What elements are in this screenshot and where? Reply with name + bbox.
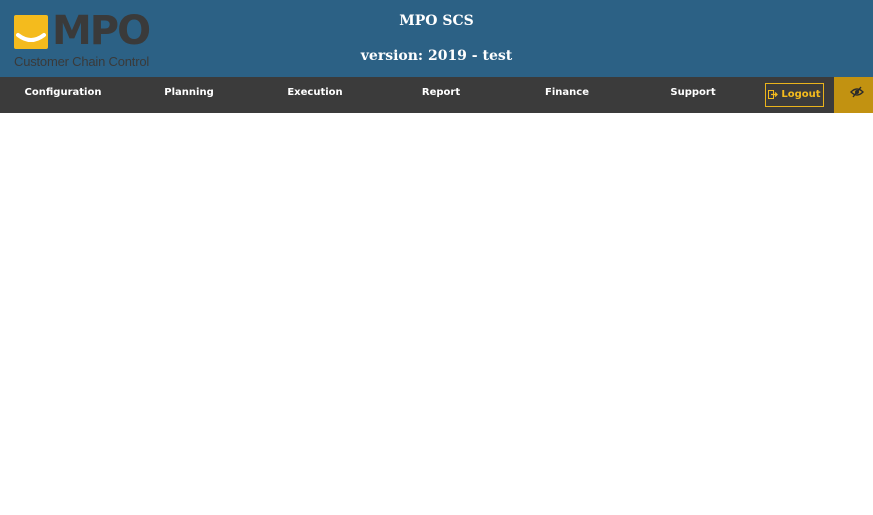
eye-slash-icon bbox=[850, 86, 864, 98]
nav-item-execution[interactable]: Execution bbox=[287, 77, 342, 113]
nav-item-report[interactable]: Report bbox=[422, 77, 460, 113]
logout-label: Logout bbox=[781, 89, 821, 100]
nav-item-planning[interactable]: Planning bbox=[164, 77, 213, 113]
logout-button[interactable]: Logout bbox=[765, 83, 824, 107]
main-content bbox=[0, 113, 873, 515]
app-version: version: 2019 - test bbox=[360, 48, 513, 64]
nav-item-support[interactable]: Support bbox=[670, 77, 715, 113]
main-navbar: Configuration Planning Execution Report … bbox=[0, 77, 873, 113]
nav-item-finance[interactable]: Finance bbox=[545, 77, 589, 113]
visibility-toggle-button[interactable] bbox=[834, 77, 873, 113]
sign-out-icon bbox=[768, 89, 779, 99]
app-title: MPO SCS bbox=[399, 13, 474, 29]
nav-item-configuration[interactable]: Configuration bbox=[25, 77, 102, 113]
app-header: MPO Customer Chain Control MPO SCS versi… bbox=[0, 0, 873, 77]
